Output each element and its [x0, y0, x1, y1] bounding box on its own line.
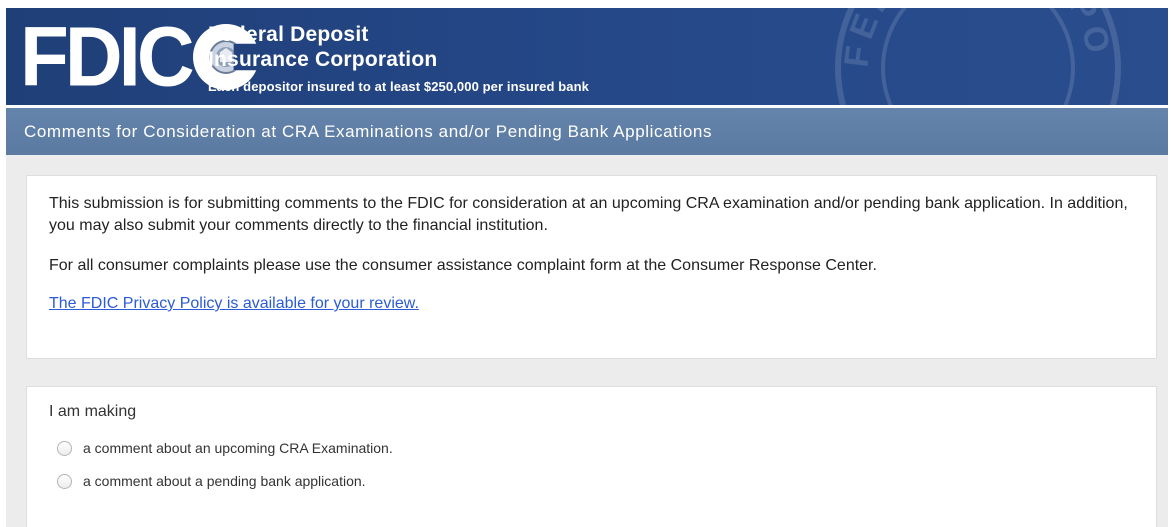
seal-watermark-text: FEDERAL DEPOSIT [814, 8, 1113, 69]
seal-watermark-icon: FEDERAL DEPOSIT 1933 [814, 8, 1128, 105]
page-title-bar: Comments for Consideration at CRA Examin… [6, 108, 1168, 155]
agency-name-block: Federal Deposit Insurance Corporation Ea… [208, 22, 589, 94]
site-header: FDIC Federal Deposit Insurance Corporati… [6, 8, 1168, 108]
info-panel: This submission is for submitting commen… [26, 175, 1157, 359]
logo-text: FDIC [20, 9, 195, 104]
complaint-paragraph: For all consumer complaints please use t… [49, 257, 877, 274]
privacy-policy-link[interactable]: The FDIC Privacy Policy is available for… [49, 295, 419, 312]
option-bank-application-label: a comment about a pending bank applicati… [83, 473, 366, 489]
agency-name-line1: Federal Deposit [208, 23, 369, 46]
option-cra-examination-label: a comment about an upcoming CRA Examinat… [83, 440, 393, 456]
insurance-tagline: Each depositor insured to at least $250,… [208, 79, 589, 94]
radio-cra-examination[interactable] [57, 440, 72, 456]
comment-type-panel: I am making a comment about an upcoming … [26, 386, 1157, 527]
radio-bank-application[interactable] [57, 473, 72, 489]
agency-name-line2: Insurance Corporation [208, 48, 438, 71]
page-title: Comments for Consideration at CRA Examin… [24, 121, 713, 141]
intro-paragraph: This submission is for submitting commen… [49, 195, 1128, 234]
page-frame: FDIC Federal Deposit Insurance Corporati… [6, 8, 1168, 527]
option-bank-application[interactable]: a comment about a pending bank applicati… [57, 473, 1134, 489]
comment-type-question: I am making [49, 403, 137, 420]
svg-text:FEDERAL DEPOSIT: FEDERAL DEPOSIT [828, 8, 1118, 69]
option-cra-examination[interactable]: a comment about an upcoming CRA Examinat… [57, 440, 1134, 456]
